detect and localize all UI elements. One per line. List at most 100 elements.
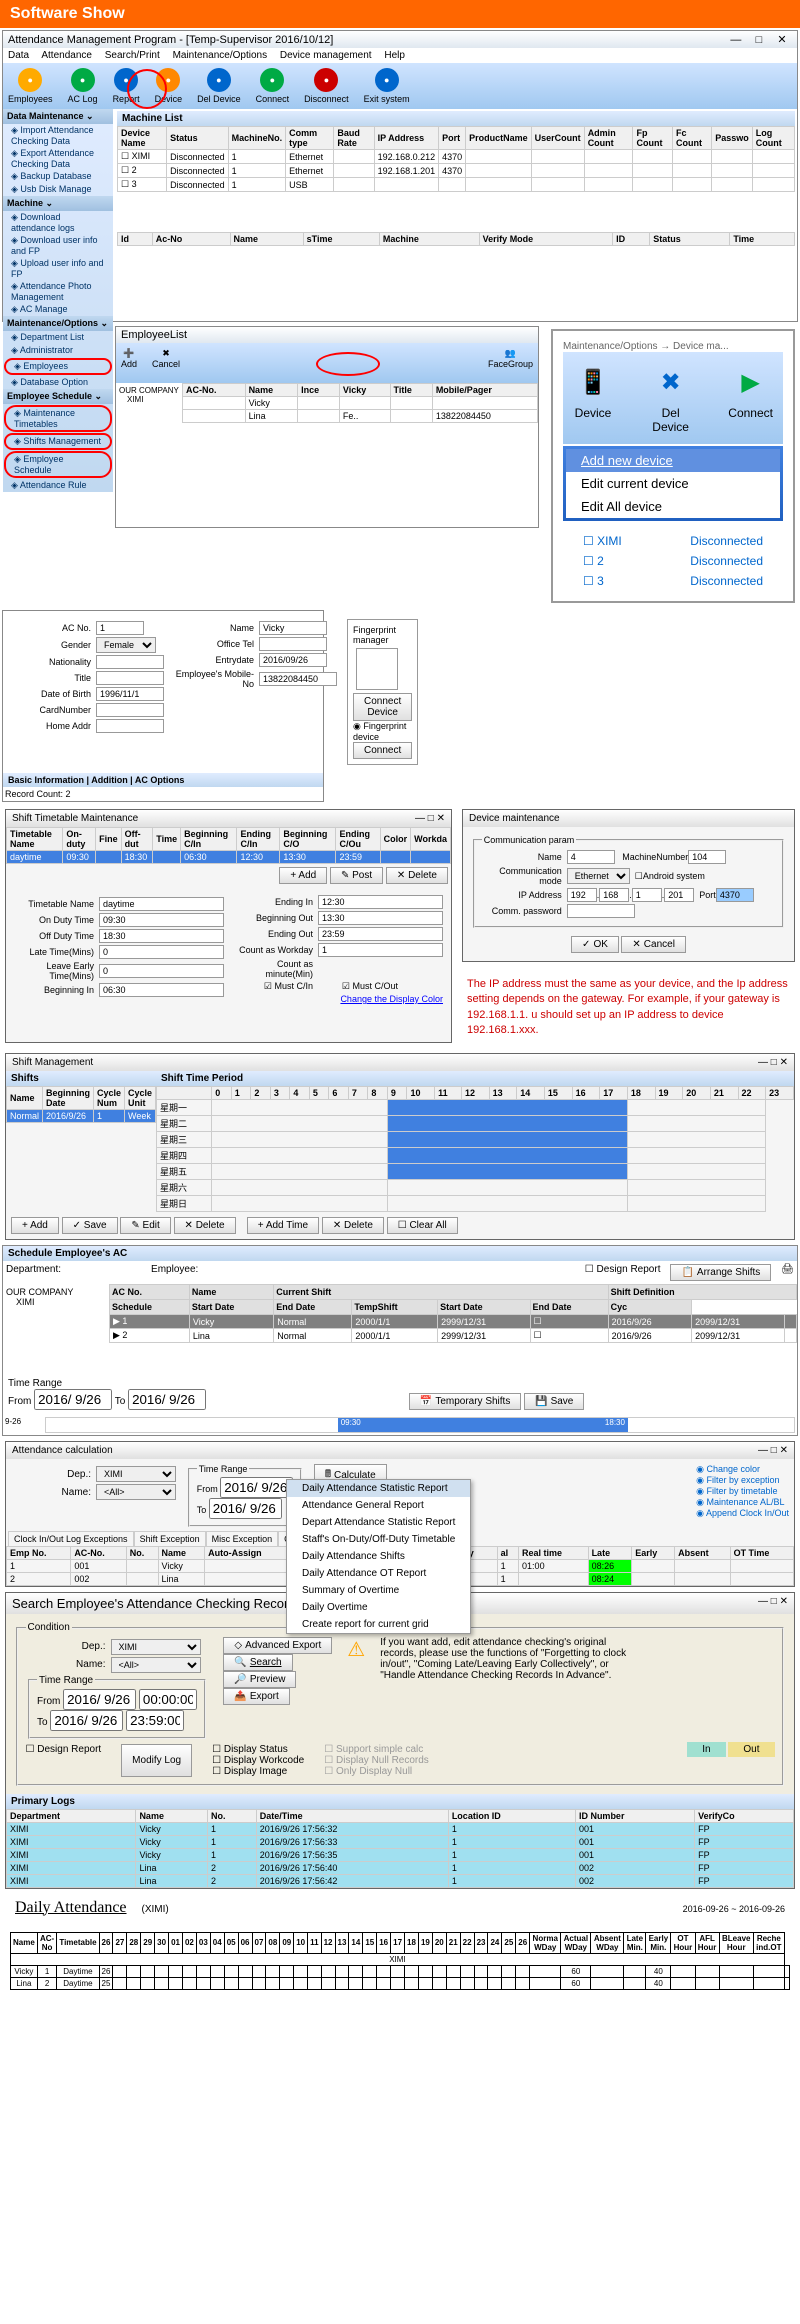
office-input[interactable]: [259, 637, 327, 651]
calc-close[interactable]: — □ ✕: [758, 1445, 788, 1456]
zoom-device-row[interactable]: ☐ 3Disconnected: [563, 571, 783, 591]
toolbar-report[interactable]: ●Report: [113, 68, 140, 104]
sr-work[interactable]: Display Workcode: [224, 1755, 304, 1766]
company-tree[interactable]: OUR COMPANY XIMI: [116, 383, 182, 423]
sidebar-item[interactable]: ◈ Attendance Rule: [3, 479, 113, 492]
dm-port[interactable]: [716, 888, 754, 902]
cancel-button[interactable]: ✖Cancel: [152, 348, 180, 378]
save-button[interactable]: 💾 Save: [524, 1393, 584, 1410]
arrange-button[interactable]: 📋 Arrange Shifts: [670, 1264, 771, 1281]
report-menu-item[interactable]: Attendance General Report: [287, 1497, 470, 1514]
entry-input[interactable]: [259, 653, 327, 667]
calc-name[interactable]: <All>: [96, 1484, 176, 1500]
name-input[interactable]: [259, 621, 327, 635]
stt-close[interactable]: — □ ✕: [415, 813, 445, 824]
tt-wd[interactable]: [318, 943, 443, 957]
tt-off[interactable]: [99, 929, 224, 943]
dept-node[interactable]: XIMI: [119, 395, 179, 404]
android-check[interactable]: Android system: [643, 871, 705, 881]
sidebar-item[interactable]: ◈ Download user info and FP: [3, 234, 113, 257]
machine-row[interactable]: ☐ XIMIDisconnected1Ethernet192.168.0.212…: [118, 150, 795, 164]
report-menu-item[interactable]: Daily Overtime: [287, 1599, 470, 1616]
sr-from-d[interactable]: [63, 1689, 136, 1710]
ip2[interactable]: [599, 888, 629, 902]
fp-device-radio[interactable]: ◉ Fingerprint device: [353, 721, 406, 742]
to-date[interactable]: [128, 1389, 206, 1410]
menu-data[interactable]: Data: [8, 50, 29, 61]
sm-deltime[interactable]: ✕ Delete: [322, 1217, 384, 1234]
sidebar-item[interactable]: ◈ Attendance Photo Management: [3, 280, 113, 303]
toolbar-device[interactable]: ●Device: [155, 68, 183, 104]
side-link[interactable]: ◉ Filter by exception: [696, 1475, 789, 1486]
menu-device[interactable]: Device management: [280, 50, 372, 61]
dm-pass[interactable]: [567, 904, 635, 918]
sac-row[interactable]: ▶ 2LinaNormal2000/1/12999/12/31☐2016/9/2…: [110, 1329, 797, 1343]
sm-add[interactable]: + Add: [11, 1217, 59, 1234]
sm-close[interactable]: — □ ✕: [758, 1057, 788, 1068]
dm-mno[interactable]: [688, 850, 726, 864]
temp-shifts-button[interactable]: 📅 Temporary Shifts: [409, 1393, 521, 1410]
sr-dep[interactable]: XIMI: [111, 1639, 201, 1655]
sr-only[interactable]: Only Display Null: [336, 1766, 412, 1777]
machine-row[interactable]: ☐ 2Disconnected1Ethernet192.168.1.201437…: [118, 164, 795, 178]
sidebar-item[interactable]: ◈ Shifts Management: [4, 433, 112, 450]
calc-to[interactable]: [209, 1498, 282, 1519]
report-menu-item[interactable]: Summary of Overtime: [287, 1582, 470, 1599]
calc-dep[interactable]: XIMI: [96, 1466, 176, 1482]
zoom-device-row[interactable]: ☐ XIMIDisconnected: [563, 531, 783, 551]
sm-addtime[interactable]: + Add Time: [247, 1217, 319, 1234]
facegroup-button[interactable]: 👥FaceGroup: [488, 348, 533, 378]
side-link[interactable]: ◉ Maintenance AL/BL: [696, 1497, 789, 1508]
dm-ok[interactable]: ✓ OK: [571, 936, 619, 953]
report-menu-item[interactable]: Daily Attendance Shifts: [287, 1548, 470, 1565]
title-input[interactable]: [96, 671, 164, 685]
dm-mode[interactable]: Ethernet: [567, 868, 630, 884]
gender-select[interactable]: Female: [96, 637, 156, 653]
sidebar-item[interactable]: ◈ Download attendance logs: [3, 211, 113, 234]
company-node[interactable]: OUR COMPANY: [119, 386, 179, 395]
connect-device-button[interactable]: Connect Device: [353, 693, 412, 721]
emp-row[interactable]: LinaFe..13822084450: [183, 410, 538, 423]
side-link[interactable]: ◉ Append Clock In/Out: [696, 1508, 789, 1519]
calc-tab[interactable]: Shift Exception: [134, 1531, 206, 1547]
export-button[interactable]: 📤 Export: [223, 1688, 289, 1705]
mobile-input[interactable]: [259, 672, 337, 686]
side-link[interactable]: ◉ Change color: [696, 1464, 789, 1475]
sidebar-item[interactable]: ◈ Department List: [3, 331, 113, 344]
sr-simple[interactable]: Support simple calc: [336, 1744, 423, 1755]
stt-delete[interactable]: ✕ Delete: [386, 867, 448, 884]
must-cout[interactable]: ☑ Must C/Out: [318, 981, 403, 992]
sidebar-item[interactable]: ◈ Employee Schedule: [4, 451, 112, 478]
stt-add[interactable]: + Add: [279, 867, 327, 884]
sidebar-item[interactable]: ◈ Import Attendance Checking Data: [3, 124, 113, 147]
log-row[interactable]: XIMILina22016/9/26 17:56:421002FP: [7, 1874, 794, 1887]
sidebar-item[interactable]: ◈ Usb Disk Manage: [3, 183, 113, 196]
sidebar-item[interactable]: ◈ Employees: [4, 358, 112, 375]
preview-button[interactable]: 🔎 Preview: [223, 1671, 296, 1688]
menu-search[interactable]: Search/Print: [105, 50, 160, 61]
card-input[interactable]: [96, 703, 164, 717]
dob-input[interactable]: [96, 687, 164, 701]
tt-name[interactable]: [99, 897, 224, 911]
print-icon[interactable]: 🖨: [781, 1264, 794, 1281]
nat-input[interactable]: [96, 655, 164, 669]
sr-from-t[interactable]: [139, 1689, 197, 1710]
menu-help[interactable]: Help: [384, 50, 405, 61]
sm-clear[interactable]: ☐ Clear All: [387, 1217, 458, 1234]
toolbar-connect[interactable]: ●Connect: [256, 68, 290, 104]
side-link[interactable]: ◉ Filter by timetable: [696, 1486, 789, 1497]
change-color-link[interactable]: Change the Display Color: [340, 994, 443, 1004]
log-row[interactable]: XIMILina22016/9/26 17:56:401002FP: [7, 1861, 794, 1874]
menu-attendance[interactable]: Attendance: [41, 50, 92, 61]
search-button[interactable]: 🔍 Search: [223, 1654, 292, 1671]
report-menu-item[interactable]: Daily Attendance Statistic Report: [287, 1480, 470, 1497]
edit-all-item[interactable]: Edit All device: [566, 495, 780, 518]
sr-null[interactable]: Display Null Records: [336, 1755, 429, 1766]
sidebar-item[interactable]: ◈ Export Attendance Checking Data: [3, 147, 113, 170]
report-menu-item[interactable]: Create report for current grid: [287, 1616, 470, 1633]
sr-img[interactable]: Display Image: [224, 1766, 287, 1777]
sac-company[interactable]: OUR COMPANY: [6, 1287, 106, 1297]
connect-button[interactable]: Connect: [353, 742, 412, 759]
sr-to-t[interactable]: [126, 1710, 184, 1731]
sidebar-item[interactable]: ◈ Backup Database: [3, 170, 113, 183]
